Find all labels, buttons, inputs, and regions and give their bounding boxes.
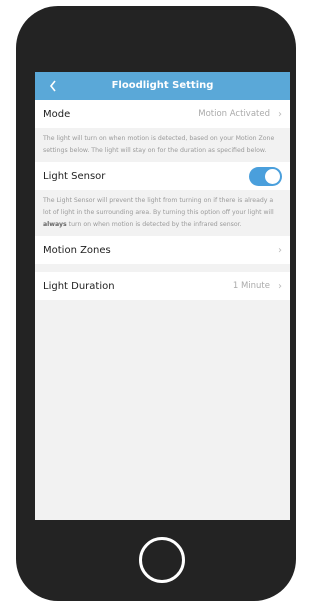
light-sensor-toggle[interactable] — [249, 166, 282, 186]
light-sensor-description-emphasis: always — [43, 221, 67, 228]
light-duration-label: Light Duration — [43, 280, 115, 292]
home-button[interactable] — [139, 537, 185, 583]
page-title: Floodlight Setting — [111, 80, 214, 91]
light-sensor-label: Light Sensor — [43, 170, 106, 182]
mode-row[interactable]: Mode Motion Activated › — [35, 100, 290, 128]
toggle-knob — [265, 168, 280, 184]
light-sensor-description-text: The Light Sensor will prevent the light … — [43, 197, 274, 216]
chevron-right-icon: › — [278, 108, 282, 120]
light-sensor-description: The Light Sensor will prevent the light … — [35, 190, 290, 236]
chevron-right-icon: › — [278, 244, 282, 256]
mode-description: The light will turn on when motion is de… — [35, 128, 290, 162]
mode-label: Mode — [43, 108, 71, 120]
light-sensor-row: Light Sensor — [35, 162, 290, 190]
app-screen: Floodlight Setting Mode Motion Activated… — [35, 72, 290, 520]
chevron-right-icon: › — [278, 280, 282, 292]
light-duration-value: 1 Minute — [232, 281, 270, 291]
light-duration-row[interactable]: Light Duration 1 Minute › — [35, 272, 290, 300]
navigation-bar: Floodlight Setting — [35, 72, 290, 100]
motion-zones-row[interactable]: Motion Zones › — [35, 236, 290, 264]
mode-value: Motion Activated — [198, 109, 270, 119]
light-sensor-description-text-end: turn on when motion is detected by the i… — [66, 221, 242, 228]
motion-zones-label: Motion Zones — [43, 244, 111, 256]
